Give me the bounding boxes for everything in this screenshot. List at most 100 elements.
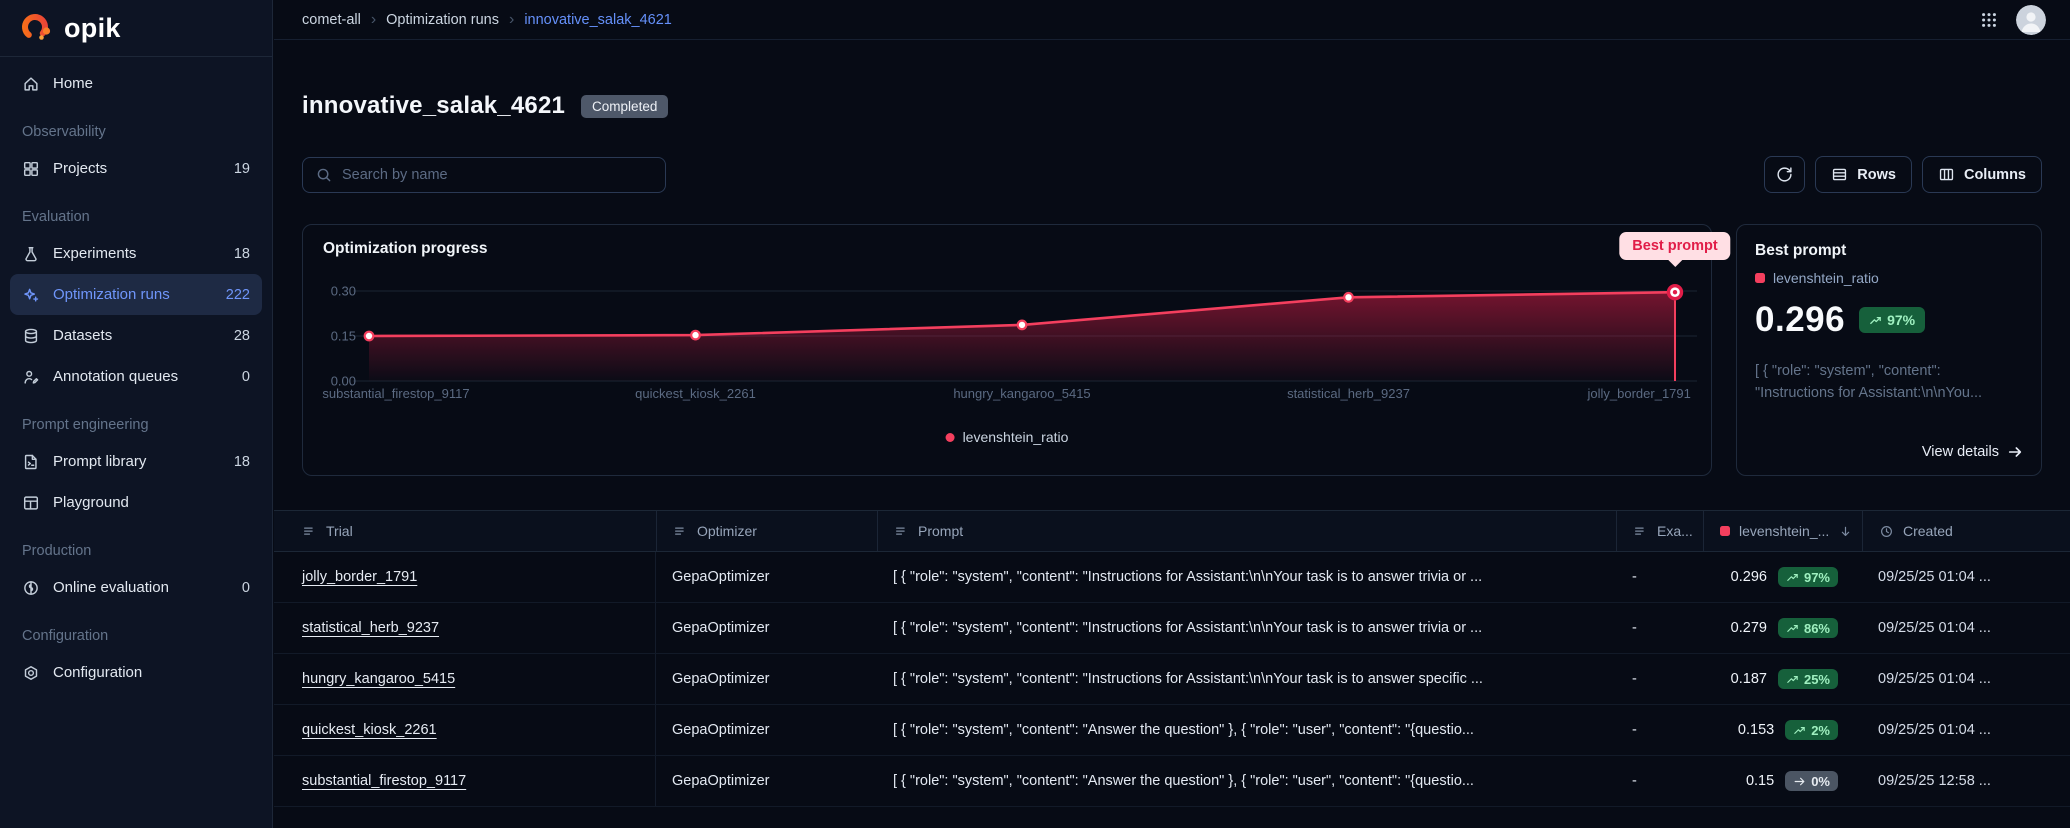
legend-dot-icon (946, 433, 955, 442)
arrow-right-icon (1793, 775, 1806, 788)
breadcrumb-item[interactable]: comet-all (302, 12, 361, 28)
trend-up-icon (1786, 673, 1799, 686)
best-prompt-metric: levenshtein_ratio (1773, 270, 1879, 286)
breadcrumb-separator: › (371, 11, 376, 29)
column-header-created[interactable]: Created (1862, 511, 2070, 551)
trend-up-icon (1786, 622, 1799, 635)
table-row[interactable]: substantial_firestop_9117GepaOptimizer[ … (274, 756, 2070, 807)
column-header-prompt[interactable]: Prompt (877, 511, 1616, 551)
trial-cell: substantial_firestop_9117 (274, 756, 656, 806)
table-header-row: Trial Optimizer Prompt Exa... levenshtein_..… (274, 510, 2070, 552)
text-icon (302, 524, 317, 539)
column-header-exa[interactable]: Exa... (1616, 511, 1703, 551)
trial-link[interactable]: hungry_kangaroo_5415 (302, 671, 455, 687)
trial-cell: hungry_kangaroo_5415 (274, 654, 656, 704)
sidebar-item-annotation-queues[interactable]: Annotation queues0 (10, 356, 262, 397)
chart-title: Optimization progress (323, 240, 488, 258)
sidebar-item-playground[interactable]: Playground (10, 482, 262, 523)
table-row[interactable]: jolly_border_1791GepaOptimizer[ { "role"… (274, 552, 2070, 603)
sort-descending-icon (1838, 524, 1853, 539)
opik-logo-icon (20, 11, 54, 45)
prompt-cell: [ { "role": "system", "content": "Instru… (877, 603, 1616, 653)
search-input[interactable] (342, 167, 653, 183)
metric-dot-icon (1720, 526, 1730, 536)
breadcrumb-item[interactable]: Optimization runs (386, 12, 499, 28)
trial-link[interactable]: substantial_firestop_9117 (302, 773, 466, 789)
status-badge: Completed (581, 95, 668, 118)
logo-text: opik (64, 13, 121, 44)
sidebar-item-count: 18 (234, 246, 250, 262)
sidebar: opik HomeObservabilityProjects19Evaluati… (0, 0, 273, 828)
examples-cell: - (1616, 654, 1703, 704)
sidebar-item-prompt-library[interactable]: Prompt library18 (10, 441, 262, 482)
sidebar-item-label: Prompt library (53, 453, 146, 470)
sidebar-item-home[interactable]: Home (10, 63, 262, 104)
sidebar-item-label: Configuration (53, 664, 142, 681)
sidebar-nav: HomeObservabilityProjects19EvaluationExp… (0, 57, 272, 699)
sidebar-item-online-evaluation[interactable]: Online evaluation0 (10, 567, 262, 608)
avatar[interactable] (2016, 5, 2046, 35)
created-cell: 09/25/25 01:04 ... (1862, 603, 2070, 653)
sidebar-section-header: Observability (10, 104, 262, 148)
examples-cell: - (1616, 603, 1703, 653)
score-cell: 0.1532% (1703, 705, 1862, 755)
legend-label: levenshtein_ratio (963, 429, 1069, 445)
column-header-label: levenshtein_... (1739, 523, 1829, 539)
sparkles-icon (22, 286, 40, 304)
created-cell: 09/25/25 12:58 ... (1862, 756, 2070, 806)
clock-icon (1879, 524, 1894, 539)
view-details-link[interactable]: View details (1922, 444, 2023, 460)
column-header-label: Created (1903, 523, 1953, 539)
sidebar-item-optimization-runs[interactable]: Optimization runs222 (10, 274, 262, 315)
sidebar-item-projects[interactable]: Projects19 (10, 148, 262, 189)
breadcrumb-separator: › (509, 11, 514, 29)
sidebar-item-label: Optimization runs (53, 286, 170, 303)
trial-link[interactable]: statistical_herb_9237 (302, 620, 439, 636)
best-prompt-delta-badge: 97% (1859, 307, 1925, 333)
optimization-progress-card: Optimization progress 0.000.150.30 subst… (302, 224, 1712, 476)
column-header-label: Optimizer (697, 523, 757, 539)
sidebar-section-header: Configuration (10, 608, 262, 652)
arrow-right-icon (2007, 444, 2023, 460)
optimizer-cell: GepaOptimizer (656, 705, 877, 755)
trial-link[interactable]: jolly_border_1791 (302, 569, 417, 585)
logo[interactable]: opik (0, 0, 272, 57)
delta-value: 97% (1804, 570, 1830, 585)
sidebar-item-label: Projects (53, 160, 107, 177)
table-row[interactable]: hungry_kangaroo_5415GepaOptimizer[ { "ro… (274, 654, 2070, 705)
delta-badge: 86% (1778, 618, 1838, 638)
score-value: 0.15 (1746, 773, 1774, 789)
sidebar-section-header: Production (10, 523, 262, 567)
delta-value: 25% (1804, 672, 1830, 687)
optimizer-cell: GepaOptimizer (656, 552, 877, 602)
best-prompt-card: Best prompt levenshtein_ratio 0.296 97% … (1736, 224, 2042, 476)
delta-badge: 25% (1778, 669, 1838, 689)
delta-value: 86% (1804, 621, 1830, 636)
refresh-button[interactable] (1764, 156, 1805, 193)
trial-link[interactable]: quickest_kiosk_2261 (302, 722, 437, 738)
svg-text:quickest_kiosk_2261: quickest_kiosk_2261 (635, 386, 756, 401)
sidebar-item-configuration[interactable]: Configuration (10, 652, 262, 693)
table-body: jolly_border_1791GepaOptimizer[ { "role"… (274, 552, 2070, 807)
annotation-icon (22, 368, 40, 386)
column-header-optimizer[interactable]: Optimizer (656, 511, 877, 551)
table-row[interactable]: statistical_herb_9237GepaOptimizer[ { "r… (274, 603, 2070, 654)
sidebar-item-label: Experiments (53, 245, 136, 262)
rows-button[interactable]: Rows (1815, 156, 1912, 193)
apps-grid-icon[interactable] (1980, 11, 1998, 29)
column-header-trial[interactable]: Trial (274, 511, 656, 551)
sidebar-item-experiments[interactable]: Experiments 18 (10, 233, 262, 274)
trial-cell: jolly_border_1791 (274, 552, 656, 602)
columns-button[interactable]: Columns (1922, 156, 2042, 193)
breadcrumb-item[interactable]: innovative_salak_4621 (524, 12, 672, 28)
table-row[interactable]: quickest_kiosk_2261 GepaOptimizer[ { "rol… (274, 705, 2070, 756)
prompt-cell: [ { "role": "system", "content": "Answer… (877, 705, 1616, 755)
column-header-levenshtein[interactable]: levenshtein_... (1703, 511, 1862, 551)
columns-icon (1938, 166, 1955, 183)
sidebar-item-datasets[interactable]: Datasets28 (10, 315, 262, 356)
trend-up-icon (1869, 314, 1882, 327)
column-header-label: Prompt (918, 523, 963, 539)
search-icon (315, 166, 333, 184)
chart-legend: levenshtein_ratio (946, 429, 1069, 445)
delta-value: 2% (1811, 723, 1830, 738)
